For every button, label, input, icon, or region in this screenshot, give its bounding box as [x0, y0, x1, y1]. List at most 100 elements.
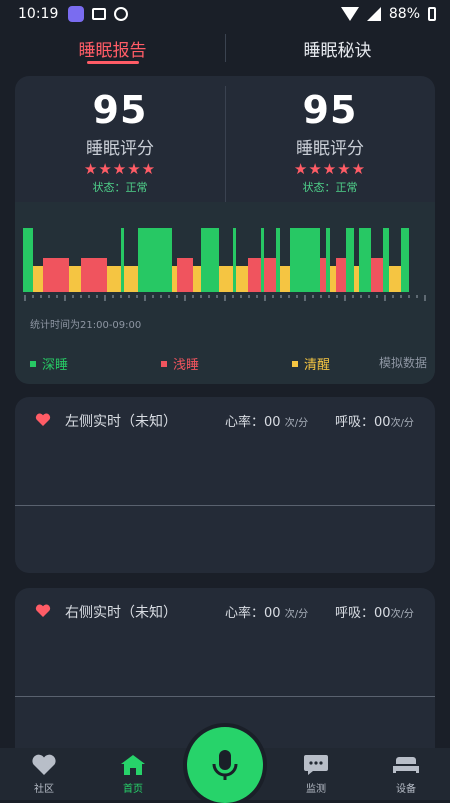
stage-bar-18 [261, 228, 264, 292]
stage-bar-11 [193, 266, 201, 292]
stage-bar-28 [354, 266, 359, 292]
stage-bar-22 [290, 228, 320, 292]
stat-time-text: 统计时间为21:00-09:00 [30, 320, 142, 331]
stage-bar-5 [107, 266, 121, 292]
left-waveform-line [15, 505, 435, 506]
left-br-unit: 次/分 [390, 418, 414, 429]
left-hr-label: 心率： [225, 415, 265, 430]
score-row: 95 睡眠评分 ★★★★★ 状态：正常 95 睡眠评分 ★★★★★ 状态：正常 [15, 76, 435, 202]
sleep-stage-chart[interactable]: 统计时间为21:00-09:00 深睡 浅睡 清醒 模拟数据 [15, 202, 435, 384]
right-score-value: 95 [302, 88, 358, 132]
stage-bar-1 [33, 266, 43, 292]
right-realtime-header: 右侧实时（未知） 心率：00 次/分 呼吸：00次/分 [15, 602, 435, 622]
nav-monitor-label: 监测 [306, 784, 326, 795]
heart-icon [35, 413, 51, 426]
stage-bar-15 [236, 266, 248, 292]
left-hr-value: 00 [264, 415, 281, 430]
status-bar: 10:19 88% [0, 0, 450, 28]
left-status: 状态：正常 [92, 181, 148, 194]
stage-bar-13 [219, 266, 233, 292]
left-score[interactable]: 95 睡眠评分 ★★★★★ 状态：正常 [15, 76, 225, 202]
legend-awake-swatch [292, 360, 298, 367]
stage-bar-23 [320, 258, 326, 292]
stage-bar-24 [326, 228, 330, 292]
home-icon [121, 755, 145, 775]
stage-bar-7 [124, 266, 138, 292]
right-hr-unit: 次/分 [284, 609, 309, 620]
stage-bar-12 [201, 228, 219, 292]
score-divider [225, 86, 226, 202]
right-breathing: 呼吸：00次/分 [335, 602, 414, 621]
stage-bar-27 [346, 228, 354, 292]
sleep-report-card: 95 睡眠评分 ★★★★★ 状态：正常 95 睡眠评分 ★★★★★ 状态：正常 … [15, 76, 435, 384]
signal-icon [366, 7, 381, 21]
stage-bar-20 [276, 228, 280, 292]
heart-icon [35, 604, 51, 617]
right-status: 状态：正常 [302, 181, 358, 194]
stage-bar-2 [43, 258, 69, 292]
right-br-value: 00 [374, 606, 391, 621]
stage-bar-3 [69, 266, 81, 292]
left-score-label: 睡眠评分 [86, 139, 154, 159]
app-notification-icon [68, 6, 85, 22]
status-time: 10:19 [18, 6, 59, 22]
left-br-value: 00 [374, 415, 391, 430]
right-heart-rate: 心率：00 次/分 [225, 602, 308, 621]
legend-deep-swatch [30, 360, 36, 367]
battery-icon [428, 7, 436, 21]
stage-bar-0 [23, 228, 33, 292]
stage-bar-30 [371, 258, 383, 292]
tab-divider [225, 34, 226, 62]
tab-sleep-report[interactable]: 睡眠报告 [0, 28, 225, 68]
chat-icon [304, 755, 328, 775]
legend-awake-label: 清醒 [304, 358, 331, 373]
battery-percent: 88% [388, 6, 420, 22]
stage-bar-33 [401, 228, 409, 292]
stage-bar-9 [172, 266, 177, 292]
stage-bar-25 [330, 266, 336, 292]
left-br-label: 呼吸： [335, 415, 375, 430]
voice-button[interactable] [187, 727, 263, 803]
right-waveform-line [15, 696, 435, 697]
right-score[interactable]: 95 睡眠评分 ★★★★★ 状态：正常 [225, 76, 435, 202]
stage-bar-21 [280, 266, 290, 292]
stage-bar-6 [121, 228, 124, 292]
legend-deep-label: 深睡 [42, 358, 69, 373]
sync-notification-icon [114, 7, 129, 21]
image-notification-icon [92, 8, 107, 20]
nav-monitor[interactable]: 监测 [286, 754, 346, 795]
left-heart-rate: 心率：00 次/分 [225, 411, 308, 430]
stage-bar-26 [336, 258, 346, 292]
stage-bar-10 [177, 258, 193, 292]
legend-light: 浅睡 [161, 354, 199, 373]
right-hr-label: 心率： [225, 606, 265, 621]
left-realtime-card: 左侧实时（未知） 心率：00 次/分 呼吸：00次/分 [15, 397, 435, 573]
nav-device-label: 设备 [396, 784, 416, 795]
left-realtime-title: 左侧实时（未知） [65, 414, 177, 430]
tab-sleep-tips[interactable]: 睡眠秘诀 [225, 28, 450, 68]
stage-bar-4 [81, 258, 107, 292]
wifi-icon [340, 7, 359, 21]
right-hr-value: 00 [264, 606, 281, 621]
stage-bar-32 [389, 266, 401, 292]
heart-icon [32, 754, 56, 775]
legend-awake: 清醒 [292, 354, 330, 373]
right-star-rating: ★★★★★ [293, 160, 367, 178]
nav-community-label: 社区 [34, 784, 54, 795]
left-hr-unit: 次/分 [284, 418, 309, 429]
left-star-rating: ★★★★★ [83, 160, 157, 178]
legend-light-swatch [161, 360, 167, 367]
nav-community[interactable]: 社区 [14, 754, 74, 795]
nav-home-label: 首页 [123, 784, 143, 795]
right-realtime-title: 右侧实时（未知） [65, 605, 177, 621]
nav-device[interactable]: 设备 [376, 754, 436, 795]
left-realtime-header: 左侧实时（未知） 心率：00 次/分 呼吸：00次/分 [15, 411, 435, 431]
right-br-label: 呼吸： [335, 606, 375, 621]
right-br-unit: 次/分 [390, 609, 414, 620]
right-score-label: 睡眠评分 [296, 139, 364, 159]
stage-bar-8 [138, 228, 172, 292]
legend-light-label: 浅睡 [173, 358, 200, 373]
bed-icon [393, 757, 419, 773]
nav-home[interactable]: 首页 [103, 754, 163, 795]
left-score-value: 95 [92, 88, 148, 132]
